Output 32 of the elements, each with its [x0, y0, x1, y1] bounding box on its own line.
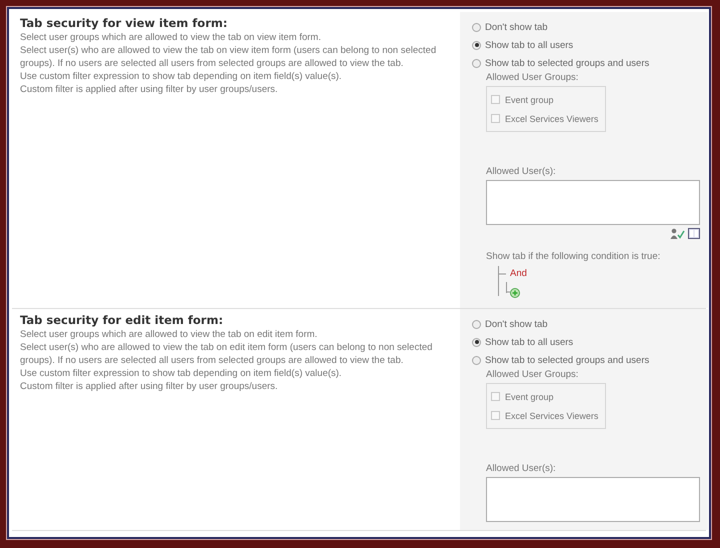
users-field[interactable] [486, 180, 700, 225]
description-text: Select user(s) who are allowed to view the tab on edit item form (users can belong to non selected groups). If no users are selected all users from selected groups are allowed to view the tab. [20, 341, 434, 367]
radio-option[interactable]: Don't show tab [472, 315, 548, 333]
add-icon[interactable] [510, 288, 520, 298]
checkbox-option[interactable]: Event group [491, 90, 554, 109]
description-text: Select user(s) who are allowed to view the tab on view item form (users can belong to non selected groups). If no users are selected all users from selected groups are allowed to view the tab. [20, 44, 438, 70]
radio-option[interactable]: Show tab to selected groups and users [472, 54, 650, 72]
check-names-icon[interactable] [670, 228, 685, 239]
users-label: Allowed User(s): [486, 166, 557, 177]
users-label: Allowed User(s): [486, 463, 557, 474]
condition-label: Show tab if the following condition is true: [486, 251, 662, 262]
checkbox-option[interactable]: Excel Services Viewers [491, 109, 598, 128]
description-text: Use custom filter expression to show tab depending on item field(s) value(s). [20, 367, 343, 380]
operator-label[interactable]: And [510, 268, 527, 279]
description-text: Custom filter is applied after using filter by user groups/users. [20, 83, 279, 96]
section-title: Tab security for view item form: [20, 16, 228, 30]
tree-lines [498, 266, 510, 296]
groups-label: Allowed User Groups: [486, 72, 580, 83]
radio-option[interactable]: Don't show tab [472, 18, 548, 36]
description-text: Use custom filter expression to show tab depending on item field(s) value(s). [20, 70, 343, 83]
checkbox-option[interactable]: Event group [491, 387, 554, 406]
address-book-icon[interactable] [688, 228, 700, 239]
checkbox-option[interactable]: Excel Services Viewers [491, 406, 598, 425]
radio-option[interactable]: Show tab to all users [472, 36, 574, 54]
radio-option[interactable]: Show tab to selected groups and users [472, 351, 650, 369]
users-field[interactable] [486, 477, 700, 522]
description-text: Select user groups which are allowed to view the tab on view item form. [20, 31, 322, 44]
radio-option[interactable]: Show tab to all users [472, 333, 574, 351]
section-title: Tab security for edit item form: [20, 313, 224, 327]
description-text: Custom filter is applied after using filter by user groups/users. [20, 380, 279, 393]
description-text: Select user groups which are allowed to view the tab on edit item form. [20, 328, 318, 341]
groups-label: Allowed User Groups: [486, 369, 580, 380]
